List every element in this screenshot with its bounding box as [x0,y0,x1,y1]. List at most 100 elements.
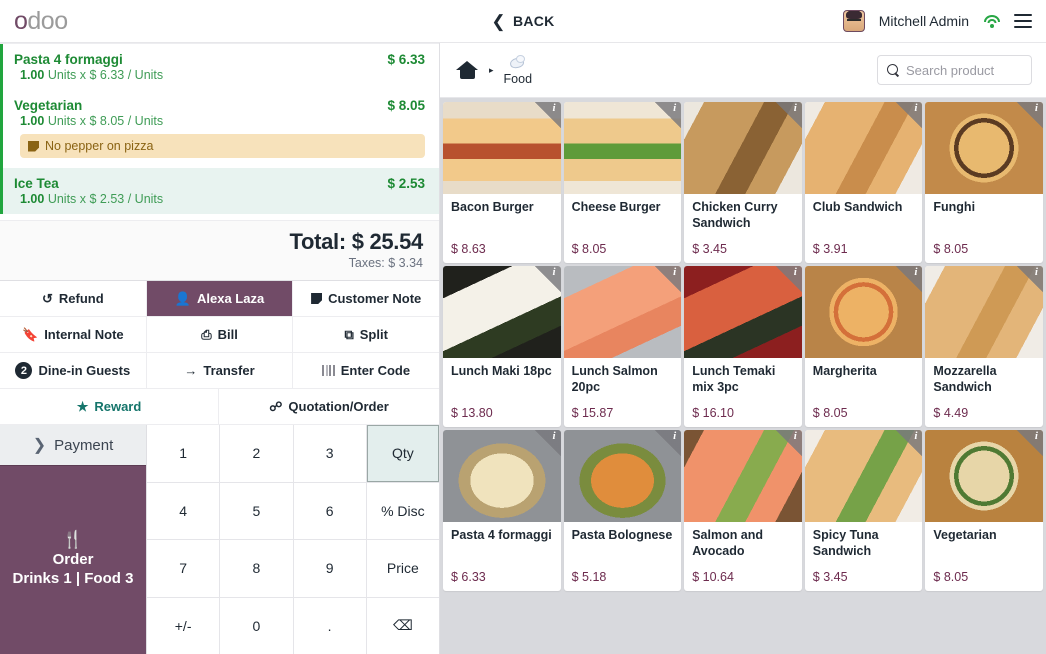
product-card[interactable]: i Lunch Salmon 20pc $ 15.87 [563,266,682,427]
internal-note-button[interactable]: 🔖 Internal Note [0,317,147,352]
product-info-icon[interactable]: i [1016,430,1043,456]
product-card[interactable]: i Cheese Burger $ 8.05 [563,102,682,263]
product-card[interactable]: i Margherita $ 8.05 [804,266,923,427]
payment-button[interactable]: ❯ Payment [0,425,146,465]
logo-first-letter: o [14,6,28,35]
numpad-key-qty[interactable]: Qty [366,425,439,482]
product-info-icon[interactable]: i [1016,102,1043,128]
back-button[interactable]: ❮ BACK [491,13,554,30]
odoo-logo[interactable]: odoo [0,7,68,36]
product-info-icon[interactable]: i [775,102,802,128]
product-card-body: Pasta 4 formaggi $ 6.33 [443,522,561,591]
search-input[interactable]: Search product [877,55,1032,85]
numpad-key-sign[interactable]: +/- [147,597,220,654]
numpad-key-7[interactable]: 7 [147,540,220,597]
numpad-key-5[interactable]: 5 [220,482,293,539]
product-card[interactable]: i Salmon and Avocado $ 10.64 [684,430,802,591]
product-card[interactable]: i Funghi $ 8.05 [925,102,1043,263]
product-info-icon[interactable]: i [775,266,802,292]
breadcrumb-category-food[interactable]: Food [504,54,532,86]
order-line[interactable]: Vegetarian $ 8.05 1.00 Units x $ 8.05 / … [0,90,439,168]
numpad-key-2[interactable]: 2 [220,425,293,482]
product-name: Mozzarella Sandwich [933,364,997,394]
product-info-icon[interactable]: i [534,102,561,128]
order-line-header: Pasta 4 formaggi $ 6.33 [14,52,425,67]
cutlery-icon: 🍴 [62,529,84,549]
product-card-body: Club Sandwich $ 3.91 [805,194,923,263]
product-price: $ 10.64 [692,570,734,584]
printer-icon: ⎙ [201,327,212,342]
food-category-icon [507,54,529,71]
product-card[interactable]: i Lunch Temaki mix 3pc $ 16.10 [684,266,802,427]
customer-button[interactable]: 👤 Alexa Laza [146,281,294,316]
back-label: BACK [512,13,555,29]
product-info-icon[interactable]: i [896,102,923,128]
numpad-key-8[interactable]: 8 [220,540,293,597]
customer-note-button[interactable]: Customer Note [293,281,440,316]
numpad-key-backspace[interactable]: ⌫ [366,597,439,654]
numpad-key-discount[interactable]: % Disc [366,482,439,539]
customer-label: Alexa Laza [197,291,265,306]
product-card[interactable]: i Vegetarian $ 8.05 [925,430,1043,591]
order-line-qty: 1.00 [20,68,45,82]
order-line-note[interactable]: No pepper on pizza [20,134,425,158]
product-info-icon[interactable]: i [655,102,682,128]
product-card[interactable]: i Lunch Maki 18pc $ 13.80 [443,266,561,427]
order-submit-label: Order [52,551,94,569]
product-card-body: Salmon and Avocado $ 10.64 [684,522,802,591]
order-line[interactable]: Pasta 4 formaggi $ 6.33 1.00 Units x $ 6… [0,44,439,90]
hamburger-menu-icon[interactable] [1014,14,1032,28]
dine-in-guests-button[interactable]: 2 Dine-in Guests [0,353,147,388]
product-card[interactable]: i Spicy Tuna Sandwich $ 3.45 [804,430,923,591]
transfer-button[interactable]: → Transfer [146,353,294,388]
numpad-key-0[interactable]: 0 [220,597,293,654]
product-card[interactable]: i Club Sandwich $ 3.91 [804,102,923,263]
chevron-right-icon: ❯ [32,437,47,454]
product-card[interactable]: i Bacon Burger $ 8.63 [443,102,561,263]
reward-button[interactable]: ★ Reward [0,389,219,424]
order-line[interactable]: Ice Tea $ 2.53 1.00 Units x $ 2.53 / Uni… [0,168,439,214]
product-name: Spicy Tuna Sandwich [812,528,879,558]
home-icon[interactable] [456,60,479,80]
product-price: $ 8.05 [571,242,607,256]
numpad-key-price[interactable]: Price [366,540,439,597]
split-icon: ⧉ [344,327,354,342]
quotation-order-button[interactable]: ☍ Quotation/Order [219,389,439,424]
numpad-key-4[interactable]: 4 [147,482,220,539]
product-info-icon[interactable]: i [1016,266,1043,292]
product-card[interactable]: i Chicken Curry Sandwich $ 3.45 [684,102,802,263]
numpad-key-6[interactable]: 6 [293,482,366,539]
product-info-icon[interactable]: i [534,266,561,292]
product-info-icon[interactable]: i [896,266,923,292]
product-info-icon[interactable]: i [896,430,923,456]
refund-button[interactable]: ↺ Refund [0,281,147,316]
product-info-icon[interactable]: i [775,430,802,456]
numpad-key-9[interactable]: 9 [293,540,366,597]
product-image: i [443,266,561,358]
enter-code-button[interactable]: Enter Code [293,353,440,388]
product-info-icon[interactable]: i [534,430,561,456]
product-image: i [925,266,1043,358]
avatar[interactable] [842,10,865,32]
user-name[interactable]: Mitchell Admin [879,13,969,29]
product-card[interactable]: i Pasta 4 formaggi $ 6.33 [443,430,561,591]
product-info-icon[interactable]: i [655,430,682,456]
quotation-order-label: Quotation/Order [288,399,389,414]
split-button[interactable]: ⧉ Split [293,317,440,352]
bill-button[interactable]: ⎙ Bill [146,317,294,352]
enter-code-label: Enter Code [340,363,411,378]
order-line-price: $ 6.33 [387,52,425,67]
numpad-key-1[interactable]: 1 [147,425,220,482]
wifi-icon[interactable] [983,14,1000,28]
product-card[interactable]: i Mozzarella Sandwich $ 4.49 [925,266,1043,427]
order-course-counts: Drinks 1 | Food 3 [12,570,134,588]
numpad-key-3[interactable]: 3 [293,425,366,482]
action-row: 2 Dine-in Guests → Transfer Enter Code [0,353,440,389]
customer-icon: 👤 [174,291,191,306]
product-info-icon[interactable]: i [655,266,682,292]
numpad-key-decimal[interactable]: . [293,597,366,654]
order-submit-button[interactable]: 🍴 Order Drinks 1 | Food 3 [0,465,146,654]
product-card[interactable]: i Pasta Bolognese $ 5.18 [563,430,682,591]
product-name: Cheese Burger [571,200,661,214]
bill-label: Bill [217,327,238,342]
